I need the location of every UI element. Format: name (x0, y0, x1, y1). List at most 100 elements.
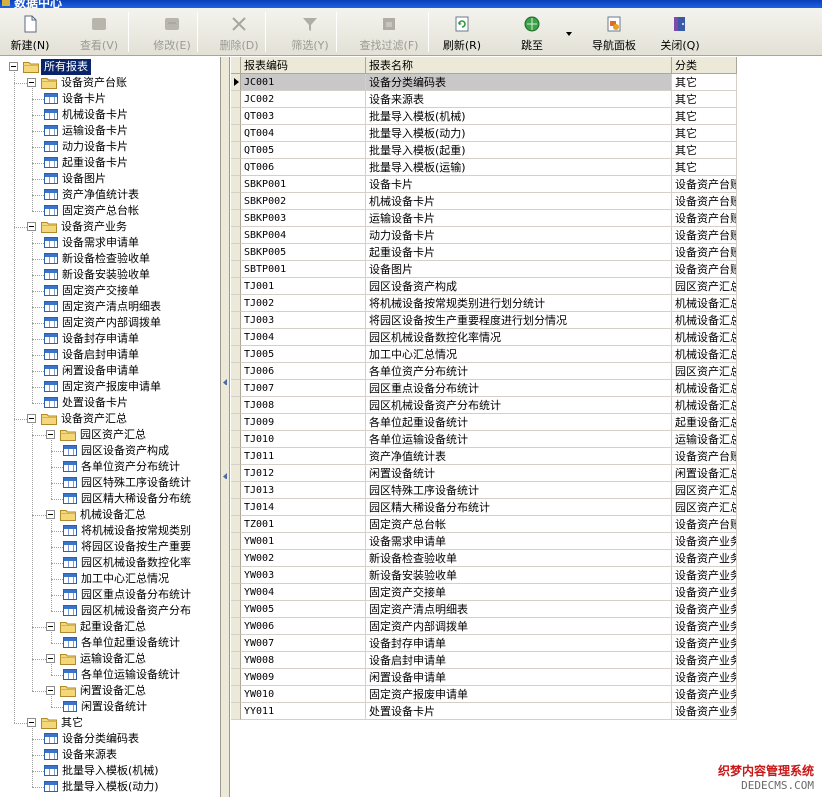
column-header-category[interactable]: 分类 (672, 57, 737, 74)
cell-category[interactable]: 起重设备汇总 (672, 414, 737, 431)
table-row[interactable]: YW003 新设备安装验收单 设备资产业务 (231, 567, 737, 584)
cell-category[interactable]: 机械设备汇总 (672, 312, 737, 329)
cell-report-name[interactable]: 固定资产内部调拨单 (366, 618, 672, 635)
table-row[interactable]: TJ009 各单位起重设备统计 起重设备汇总 (231, 414, 737, 431)
cell-category[interactable]: 园区资产汇总 (672, 363, 737, 380)
collapse-minus-icon[interactable] (27, 78, 36, 87)
cell-category[interactable]: 其它 (672, 74, 737, 91)
collapse-minus-icon[interactable] (46, 654, 55, 663)
cell-report-code[interactable]: SBKP001 (241, 176, 366, 193)
table-row[interactable]: TJ014 园区精大稀设备分布统计 园区资产汇总 (231, 499, 737, 516)
cell-report-code[interactable]: YW002 (241, 550, 366, 567)
cell-category[interactable]: 设备资产台账 (672, 176, 737, 193)
cell-category[interactable]: 设备资产业务 (672, 550, 737, 567)
table-row[interactable]: SBKP004 动力设备卡片 设备资产台账 (231, 227, 737, 244)
cell-report-code[interactable]: SBKP003 (241, 210, 366, 227)
cell-report-name[interactable]: 园区特殊工序设备统计 (366, 482, 672, 499)
cell-report-code[interactable]: SBKP005 (241, 244, 366, 261)
cell-report-name[interactable]: 各单位起重设备统计 (366, 414, 672, 431)
cell-report-name[interactable]: 园区精大稀设备分布统计 (366, 499, 672, 516)
cell-report-name[interactable]: 设备来源表 (366, 91, 672, 108)
cell-category[interactable]: 设备资产台账 (672, 227, 737, 244)
cell-report-code[interactable]: YW008 (241, 652, 366, 669)
toolbar-button-2[interactable]: 修改(E) (140, 8, 204, 56)
table-row[interactable]: SBTP001 设备图片 设备资产台账 (231, 261, 737, 278)
cell-report-code[interactable]: TJ009 (241, 414, 366, 431)
table-row[interactable]: QT005 批量导入模板(起重) 其它 (231, 142, 737, 159)
cell-category[interactable]: 设备资产台账 (672, 516, 737, 533)
collapse-left-arrow-icon[interactable] (223, 473, 227, 479)
cell-report-code[interactable]: TJ001 (241, 278, 366, 295)
cell-report-name[interactable]: 固定资产交接单 (366, 584, 672, 601)
cell-report-name[interactable]: 批量导入模板(运输) (366, 159, 672, 176)
table-row[interactable]: YW002 新设备检查验收单 设备资产业务 (231, 550, 737, 567)
cell-category[interactable]: 设备资产台账 (672, 244, 737, 261)
cell-report-name[interactable]: 设备分类编码表 (366, 74, 672, 91)
cell-report-code[interactable]: TJ011 (241, 448, 366, 465)
cell-category[interactable]: 园区资产汇总 (672, 499, 737, 516)
cell-category[interactable]: 其它 (672, 91, 737, 108)
goto-dropdown-arrow-icon[interactable] (566, 32, 572, 36)
cell-report-name[interactable]: 固定资产清点明细表 (366, 601, 672, 618)
cell-category[interactable]: 设备资产业务 (672, 567, 737, 584)
cell-report-code[interactable]: YW005 (241, 601, 366, 618)
cell-report-name[interactable]: 各单位资产分布统计 (366, 363, 672, 380)
cell-report-code[interactable]: SBKP004 (241, 227, 366, 244)
cell-report-code[interactable]: YW001 (241, 533, 366, 550)
cell-report-name[interactable]: 机械设备卡片 (366, 193, 672, 210)
cell-category[interactable]: 设备资产业务 (672, 618, 737, 635)
table-row[interactable]: TJ012 闲置设备统计 闲置设备汇总 (231, 465, 737, 482)
table-row[interactable]: YW006 固定资产内部调拨单 设备资产业务 (231, 618, 737, 635)
cell-category[interactable]: 机械设备汇总 (672, 295, 737, 312)
cell-category[interactable]: 设备资产业务 (672, 635, 737, 652)
cell-report-code[interactable]: SBKP002 (241, 193, 366, 210)
cell-report-code[interactable]: TJ004 (241, 329, 366, 346)
table-row[interactable]: YW008 设备启封申请单 设备资产业务 (231, 652, 737, 669)
cell-category[interactable]: 设备资产业务 (672, 584, 737, 601)
cell-report-name[interactable]: 批量导入模板(起重) (366, 142, 672, 159)
cell-report-code[interactable]: TJ014 (241, 499, 366, 516)
table-row[interactable]: JC001 设备分类编码表 其它 (231, 74, 737, 91)
cell-category[interactable]: 园区资产汇总 (672, 278, 737, 295)
table-row[interactable]: SBKP001 设备卡片 设备资产台账 (231, 176, 737, 193)
cell-report-code[interactable]: YW009 (241, 669, 366, 686)
collapse-minus-icon[interactable] (27, 222, 36, 231)
cell-report-code[interactable]: TJ005 (241, 346, 366, 363)
cell-category[interactable]: 其它 (672, 159, 737, 176)
cell-report-code[interactable]: QT004 (241, 125, 366, 142)
cell-report-code[interactable]: TJ003 (241, 312, 366, 329)
cell-report-name[interactable]: 设备图片 (366, 261, 672, 278)
table-row[interactable]: TJ003 将园区设备按生产重要程度进行划分情况 机械设备汇总 (231, 312, 737, 329)
table-row[interactable]: TJ002 将机械设备按常规类别进行划分统计 机械设备汇总 (231, 295, 737, 312)
table-row[interactable]: QT003 批量导入模板(机械) 其它 (231, 108, 737, 125)
cell-report-code[interactable]: YY011 (241, 703, 366, 720)
table-row[interactable]: TJ007 园区重点设备分布统计 机械设备汇总 (231, 380, 737, 397)
cell-report-code[interactable]: YW006 (241, 618, 366, 635)
table-row[interactable]: TJ004 园区机械设备数控化率情况 机械设备汇总 (231, 329, 737, 346)
toolbar-button-3[interactable]: 删除(D) (210, 8, 268, 56)
cell-report-name[interactable]: 固定资产报废申请单 (366, 686, 672, 703)
cell-category[interactable]: 设备资产业务 (672, 669, 737, 686)
cell-report-name[interactable]: 设备卡片 (366, 176, 672, 193)
panel-splitter[interactable] (221, 57, 230, 797)
cell-report-code[interactable]: TJ007 (241, 380, 366, 397)
table-row[interactable]: YW005 固定资产清点明细表 设备资产业务 (231, 601, 737, 618)
cell-category[interactable]: 其它 (672, 125, 737, 142)
column-header-name[interactable]: 报表名称 (366, 57, 672, 74)
cell-report-code[interactable]: SBTP001 (241, 261, 366, 278)
cell-report-code[interactable]: QT005 (241, 142, 366, 159)
cell-report-name[interactable]: 起重设备卡片 (366, 244, 672, 261)
cell-category[interactable]: 设备资产业务 (672, 533, 737, 550)
table-row[interactable]: TZ001 固定资产总台帐 设备资产台账 (231, 516, 737, 533)
cell-report-name[interactable]: 闲置设备统计 (366, 465, 672, 482)
cell-category[interactable]: 园区资产汇总 (672, 482, 737, 499)
toolbar-button-7[interactable]: 跳至 (500, 8, 564, 56)
cell-category[interactable]: 设备资产台账 (672, 210, 737, 227)
cell-report-name[interactable]: 固定资产总台帐 (366, 516, 672, 533)
cell-report-code[interactable]: QT003 (241, 108, 366, 125)
cell-report-name[interactable]: 园区重点设备分布统计 (366, 380, 672, 397)
cell-category[interactable]: 其它 (672, 108, 737, 125)
cell-report-name[interactable]: 园区设备资产构成 (366, 278, 672, 295)
cell-category[interactable]: 机械设备汇总 (672, 346, 737, 363)
cell-report-code[interactable]: TJ002 (241, 295, 366, 312)
